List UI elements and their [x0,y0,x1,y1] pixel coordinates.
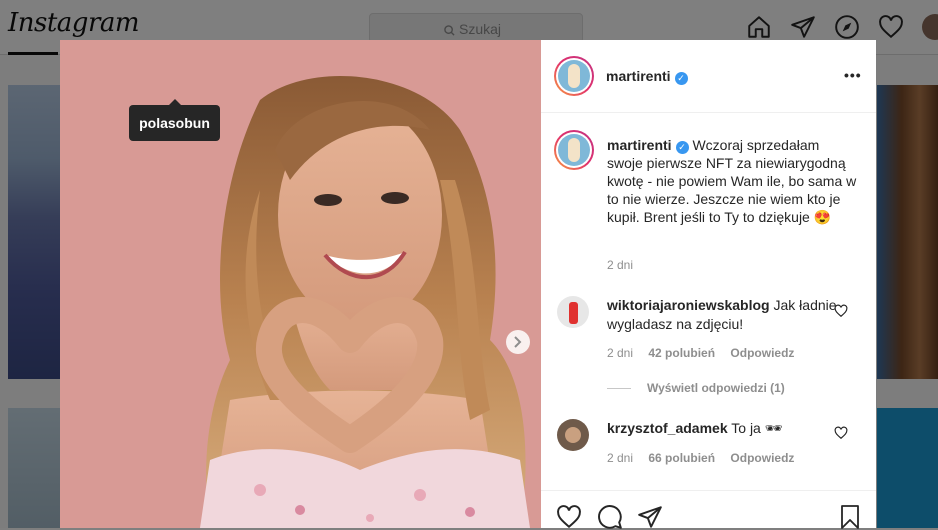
comment-username[interactable]: krzysztof_adamek [607,420,728,436]
commenter-avatar[interactable] [557,419,589,451]
reply-button[interactable]: Odpowiedz [730,346,794,360]
next-photo-button[interactable] [506,330,530,354]
comment-body: krzysztof_adamek To ja 🕶 [607,419,837,438]
like-comment-heart-icon[interactable] [834,304,848,318]
post-panel: martirenti ✓ ••• martirenti ✓ Wczoraj sprz… [541,40,876,529]
post-action-bar [541,490,876,529]
caption-username[interactable]: martirenti [607,137,672,153]
comment-meta: 2 dni 66 polubień Odpowiedz [607,451,794,465]
author-avatar[interactable] [554,56,594,96]
like-heart-icon[interactable] [556,504,582,530]
verified-badge-icon: ✓ [674,72,688,85]
commenter-avatar[interactable] [557,296,589,328]
reply-button[interactable]: Odpowiedz [730,451,794,465]
caption-time[interactable]: 2 dni [607,258,633,272]
comment-text: To ja 🕶 [731,420,783,436]
post-caption: martirenti ✓ Wczoraj sprzedałam swoje pie… [607,136,857,226]
comment-meta: 2 dni 42 polubień Odpowiedz [607,346,794,360]
author-username[interactable]: martirenti [606,68,671,84]
user-tag-tooltip[interactable]: polasobun [129,99,220,141]
caption-author-avatar[interactable] [554,130,594,170]
verified-badge-icon: ✓ [675,141,689,154]
save-bookmark-icon[interactable] [838,504,862,530]
comment-username[interactable]: wiktoriajaroniewskablog [607,297,770,313]
reply-divider [607,388,631,389]
share-direct-icon[interactable] [637,504,663,530]
comment-time[interactable]: 2 dni [607,451,633,465]
post-header: martirenti ✓ ••• [541,40,876,113]
comment-bubble-icon[interactable] [597,504,623,530]
caption-emoji: 😍 [813,209,832,225]
view-replies-button[interactable]: Wyświetl odpowiedzi (1) [647,381,785,395]
chevron-right-icon [514,336,522,348]
like-comment-heart-icon[interactable] [834,426,848,440]
more-options-button[interactable]: ••• [844,67,862,83]
comment-likes[interactable]: 66 polubień [648,451,715,465]
comment-likes[interactable]: 42 polubień [648,346,715,360]
comment-body: wiktoriajaroniewskablog Jak ładnie wygla… [607,296,837,334]
comment-time[interactable]: 2 dni [607,346,633,360]
author-name-row: martirenti ✓ [606,68,688,86]
